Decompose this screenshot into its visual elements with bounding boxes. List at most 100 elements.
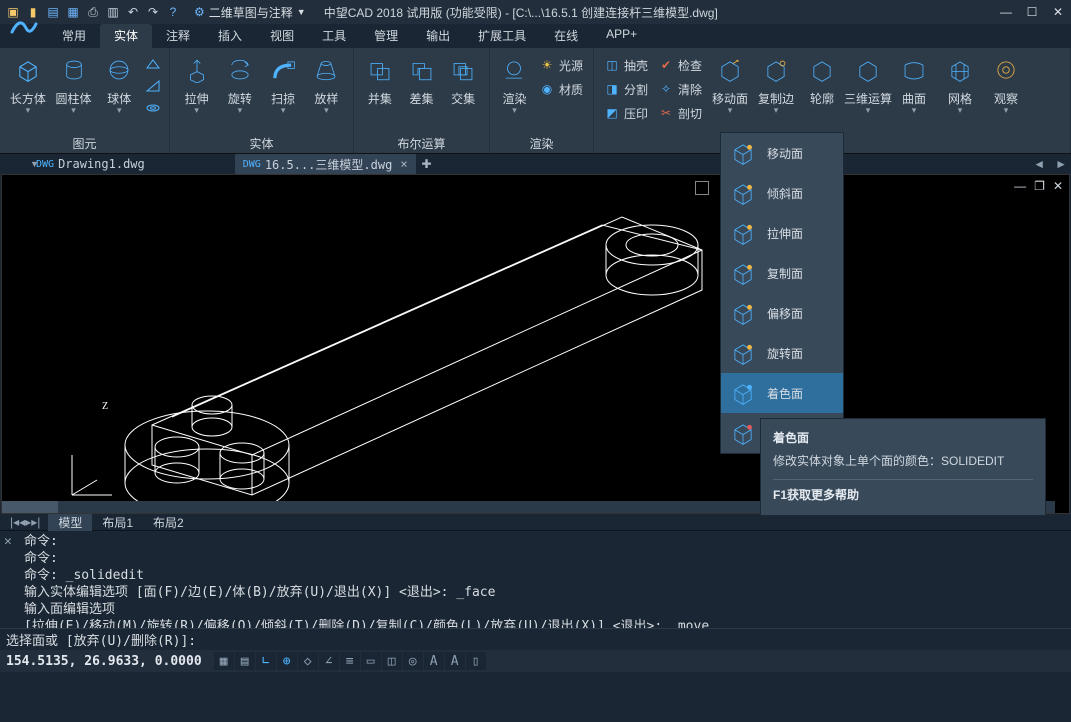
close-button[interactable]: ✕ <box>1045 0 1071 24</box>
saveall-icon[interactable]: ▦ <box>64 3 82 21</box>
menu-tab-0[interactable]: 常用 <box>48 24 100 48</box>
torus-icon[interactable] <box>145 100 161 116</box>
ortho-toggle[interactable]: ∟ <box>256 652 276 670</box>
mdi-minimize-button[interactable]: — <box>1014 179 1026 193</box>
layout-tab-1[interactable]: 布局1 <box>92 514 143 531</box>
moveface-button[interactable]: 移动面▾ <box>708 50 752 116</box>
check-button[interactable]: ✔检查 <box>654 54 706 76</box>
imprint-button[interactable]: ◩压印 <box>600 102 652 124</box>
osnap-toggle[interactable]: ◇ <box>298 652 318 670</box>
menu-tab-6[interactable]: 管理 <box>360 24 412 48</box>
mdi-close-button[interactable]: ✕ <box>1053 179 1063 193</box>
revolve-button[interactable]: 旋转▾ <box>219 50 260 116</box>
view-button[interactable]: 观察▾ <box>984 50 1028 116</box>
render-button[interactable]: 渲染▾ <box>496 50 533 116</box>
menu-tab-5[interactable]: 工具 <box>308 24 360 48</box>
loft-button[interactable]: 放样▾ <box>306 50 347 116</box>
polysolid-icon[interactable] <box>145 56 161 72</box>
imprint-icon: ◩ <box>604 105 620 121</box>
union-button[interactable]: 并集 <box>360 50 400 107</box>
model-toggle[interactable]: ◫ <box>382 652 402 670</box>
face-menu-extrude[interactable]: 拉伸面 <box>721 213 843 253</box>
menu-tab-2[interactable]: 注释 <box>152 24 204 48</box>
face-menu-taper[interactable]: 倾斜面 <box>721 173 843 213</box>
cmd-line: 输入面编辑选项 <box>24 601 1065 618</box>
cycle-toggle[interactable]: ◎ <box>403 652 423 670</box>
box-button[interactable]: 长方体▾ <box>6 50 50 116</box>
menu-tab-9[interactable]: 在线 <box>540 24 592 48</box>
face-menu-move[interactable]: 移动面 <box>721 133 843 173</box>
layout-first-icon[interactable]: |◂ <box>10 515 19 529</box>
intersect-button[interactable]: 交集 <box>443 50 483 107</box>
preview-icon[interactable]: ▥ <box>104 3 122 21</box>
dyn-toggle[interactable]: ▭ <box>361 652 381 670</box>
workspace-dropdown[interactable]: ⚙ 二维草图与注释 ▼ <box>194 4 306 21</box>
minimize-button[interactable]: — <box>993 0 1019 24</box>
doctab-model[interactable]: DWG 16.5...三维模型.dwg × <box>235 154 416 174</box>
extra-toggle[interactable]: ▯ <box>466 652 486 670</box>
layout-last-icon[interactable]: ▸| <box>31 515 40 529</box>
panel-label-primitives: 图元 <box>6 135 163 153</box>
help-icon[interactable]: ? <box>164 3 182 21</box>
polar-toggle[interactable]: ⊕ <box>277 652 297 670</box>
maximize-button[interactable]: ☐ <box>1019 0 1045 24</box>
annovis-toggle[interactable]: A <box>445 652 465 670</box>
sphere-button[interactable]: 球体▾ <box>97 50 141 116</box>
svg-text:Z: Z <box>102 401 108 412</box>
light-button[interactable]: ☀光源 <box>535 54 587 76</box>
menu-tab-3[interactable]: 插入 <box>204 24 256 48</box>
face-menu-rotate[interactable]: 旋转面 <box>721 333 843 373</box>
annoscale-toggle[interactable]: A <box>424 652 444 670</box>
layout-tab-0[interactable]: 模型 <box>48 514 92 531</box>
menu-tab-7[interactable]: 输出 <box>412 24 464 48</box>
lwt-toggle[interactable]: ≡ <box>340 652 360 670</box>
snap-toggle[interactable]: ▦ <box>214 652 234 670</box>
cube-icon <box>729 379 757 407</box>
silhouette-button[interactable]: 轮廓 <box>800 50 844 107</box>
clean-icon: ✧ <box>658 81 674 97</box>
command-input[interactable]: 选择面或 [放弃(U)/删除(R)]: <box>0 628 1071 650</box>
extrude-button[interactable]: 拉伸▾ <box>176 50 217 116</box>
section-button[interactable]: ✂剖切 <box>654 102 706 124</box>
app-logo[interactable] <box>0 8 48 48</box>
pin-icon[interactable]: ✕ <box>4 533 12 550</box>
wedge-icon[interactable] <box>145 78 161 94</box>
mdi-restore-button[interactable]: ❐ <box>1034 179 1045 193</box>
clean-button[interactable]: ✧清除 <box>654 78 706 100</box>
mesh-button[interactable]: 网格▾ <box>938 50 982 116</box>
otrack-toggle[interactable]: ∠ <box>319 652 339 670</box>
tooltip-help: F1获取更多帮助 <box>773 486 1033 503</box>
doctab-scroll-left[interactable]: ◄ <box>1029 157 1049 171</box>
material-button[interactable]: ◉材质 <box>535 78 587 100</box>
layout-tab-2[interactable]: 布局2 <box>143 514 194 531</box>
view-cube[interactable] <box>695 181 709 195</box>
face-menu-offset[interactable]: 偏移面 <box>721 293 843 333</box>
print-icon[interactable]: ⎙ <box>84 3 102 21</box>
split-button[interactable]: ◨分割 <box>600 78 652 100</box>
menu-tab-8[interactable]: 扩展工具 <box>464 24 540 48</box>
menu-tab-10[interactable]: APP+ <box>592 24 651 48</box>
shell-button[interactable]: ◫抽壳 <box>600 54 652 76</box>
undo-icon[interactable]: ↶ <box>124 3 142 21</box>
window-title: 中望CAD 2018 试用版 (功能受限) - [C:\...\16.5.1 创… <box>306 4 993 21</box>
window-controls: — ☐ ✕ <box>993 0 1071 24</box>
cylinder-button[interactable]: 圆柱体▾ <box>52 50 96 116</box>
doctab-scroll-right[interactable]: ► <box>1051 157 1071 171</box>
3dop-button[interactable]: 三维运算▾ <box>846 50 890 116</box>
menu-tab-4[interactable]: 视图 <box>256 24 308 48</box>
surface-button[interactable]: 曲面▾ <box>892 50 936 116</box>
copyedge-button[interactable]: 复制边▾ <box>754 50 798 116</box>
face-menu-color[interactable]: 着色面 <box>721 373 843 413</box>
redo-icon[interactable]: ↷ <box>144 3 162 21</box>
new-tab-button[interactable]: ✚ <box>418 157 436 171</box>
menu-tab-1[interactable]: 实体 <box>100 24 152 48</box>
cube-icon <box>729 179 757 207</box>
doctab-dropdown[interactable]: ▼ <box>30 159 39 169</box>
subtract-button[interactable]: 差集 <box>402 50 442 107</box>
doctab-drawing1[interactable]: DWG Drawing1.dwg <box>28 154 153 174</box>
face-menu-copy[interactable]: 复制面 <box>721 253 843 293</box>
command-history[interactable]: ✕ 命令:命令:命令: _solidedit输入实体编辑选项 [面(F)/边(E… <box>0 531 1071 628</box>
grid-toggle[interactable]: ▤ <box>235 652 255 670</box>
close-tab-icon[interactable]: × <box>400 157 407 171</box>
sweep-button[interactable]: 扫掠▾ <box>263 50 304 116</box>
